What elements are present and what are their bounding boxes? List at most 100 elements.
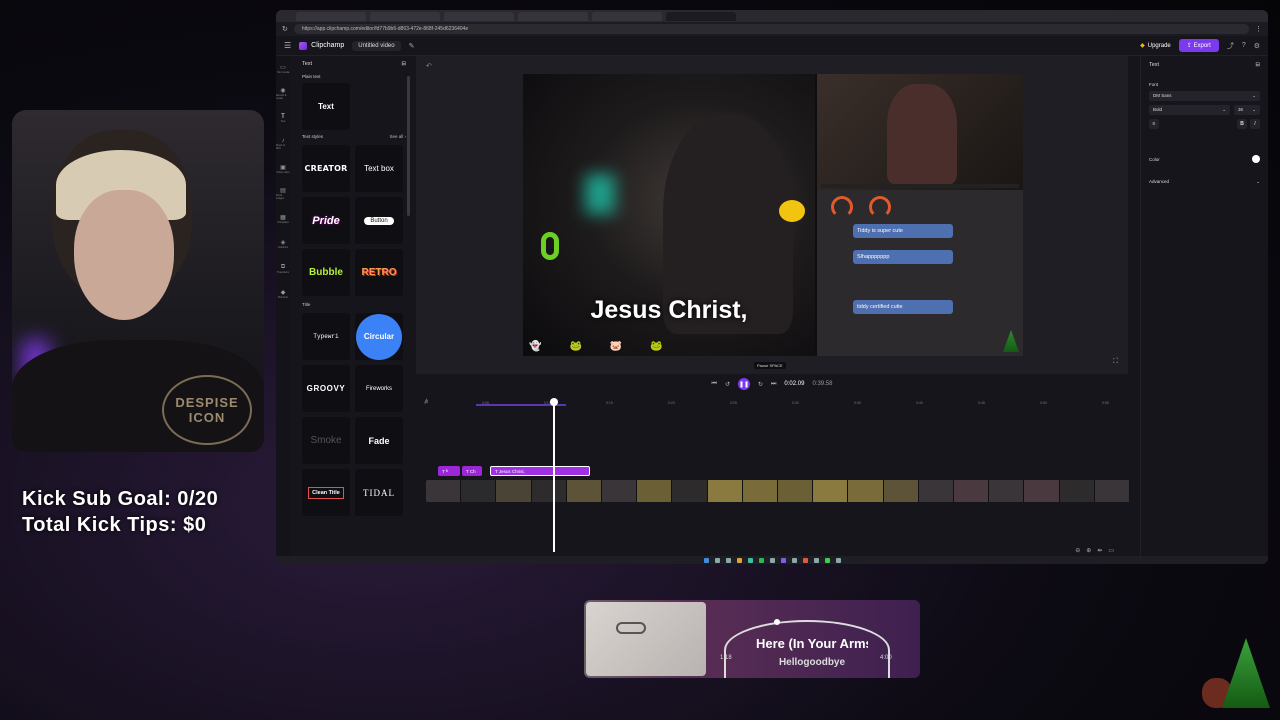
fit-icon[interactable]: ⇹ [1097, 547, 1102, 554]
browser-icon[interactable] [747, 557, 753, 563]
caption-text[interactable]: Jesus Christ, [523, 296, 815, 325]
rail-item-graphics[interactable]: ◈ Graphics [276, 231, 290, 256]
style-tile-retro[interactable]: RETRO [355, 249, 403, 296]
title-tile-clean-title[interactable]: Clean Title [302, 469, 350, 516]
video-title-field[interactable]: Untitled video [352, 40, 401, 51]
video-preview[interactable]: Jesus Christ, 👻 🐸 🐷 🐸 Tiddy is super cut… [523, 74, 1023, 356]
gauge-icon [869, 196, 891, 218]
media-icon: ▭ [280, 64, 286, 71]
text-clip[interactable]: T Ch [462, 466, 482, 476]
title-tile-fade[interactable]: Fade [355, 417, 403, 464]
export-button[interactable]: ⇪ Export [1178, 39, 1219, 52]
rail-item-stock-images[interactable]: ▤ Stock images [276, 181, 290, 206]
shirt-logo: DESPISE ICON [162, 375, 252, 445]
browser-tab[interactable] [370, 11, 440, 21]
start-icon[interactable] [703, 557, 709, 563]
spotify-icon[interactable] [758, 557, 764, 563]
title-tile-tidal[interactable]: TIDAL [355, 469, 403, 516]
taskbar-app-icon[interactable] [725, 557, 731, 563]
text-clip[interactable]: T ᴮ [438, 466, 460, 476]
title-styles-grid: Typewri Circular GROOVY Fireworks Smoke … [298, 309, 410, 520]
style-tile-creator[interactable]: CREATOR [302, 145, 350, 192]
rewind-icon[interactable]: ↺ [725, 381, 730, 388]
search-icon[interactable] [714, 557, 720, 563]
italic-toggle[interactable]: I [1250, 119, 1260, 129]
panel-scrollbar[interactable] [407, 76, 410, 216]
browser-tab[interactable] [592, 11, 662, 21]
style-tile-button[interactable]: Button [355, 197, 403, 244]
skip-forward-icon[interactable]: ⏭ [771, 381, 776, 388]
plain-text-tile[interactable]: Text [302, 83, 350, 130]
collapse-props-icon[interactable]: ⊟ [1255, 62, 1260, 74]
address-field[interactable]: https://app.clipchamp.com/editor/fd77b9b… [293, 24, 1249, 34]
forward-icon[interactable]: ↻ [758, 381, 763, 388]
weight-select[interactable]: Bold ⌄ [1149, 105, 1230, 115]
browser-tab[interactable] [518, 11, 588, 21]
share-icon[interactable]: ⤴ [1227, 41, 1234, 51]
rail-item-stock-video[interactable]: ▣ Stock video [276, 156, 290, 181]
bold-toggle[interactable]: B [1237, 119, 1247, 129]
size-select[interactable]: 36 ⌄ [1234, 105, 1260, 115]
title-tile-smoke[interactable]: Smoke [302, 417, 350, 464]
fullscreen-icon[interactable]: ⛶ [1113, 358, 1118, 366]
reload-icon[interactable]: ↻ [282, 25, 288, 33]
video-track[interactable] [426, 480, 1130, 502]
help-icon[interactable]: ? [1242, 42, 1246, 49]
settings-icon[interactable]: ⚙ [1254, 42, 1260, 50]
taskbar-app-icon[interactable] [824, 557, 830, 563]
frog-icon: 🐸 [650, 341, 663, 352]
time-ruler[interactable]: 0 0:05 0:10 0:15 0:20 0:25 0:30 0:35 0:4… [416, 398, 1130, 408]
current-time: 0:02.09 [784, 381, 805, 387]
taskbar-app-icon[interactable] [813, 557, 819, 563]
rail-item-media[interactable]: ▭ Your media [276, 56, 290, 81]
rail-item-templates[interactable]: ▦ Templates [276, 206, 290, 231]
rail-item-record[interactable]: ◉ Record & create [276, 81, 290, 106]
title-tile-typewriter[interactable]: Typewri [302, 313, 350, 360]
style-tile-pride[interactable]: Pride [302, 197, 350, 244]
font-select[interactable]: DM Sans ⌄ [1149, 91, 1260, 101]
skip-back-icon[interactable]: ⏮ [712, 381, 717, 388]
title-tile-circular[interactable]: Circular [355, 313, 403, 360]
edit-icon[interactable]: ✎ [409, 42, 415, 50]
undo-icon[interactable]: ↶ [426, 62, 432, 70]
taskbar-app-icon[interactable] [802, 557, 808, 563]
taskbar-app-icon[interactable] [769, 557, 775, 563]
advanced-section[interactable]: Advanced ⌄ [1149, 179, 1260, 185]
discord-icon[interactable] [780, 557, 786, 563]
taskbar-app-icon[interactable] [791, 557, 797, 563]
title-heading: Title [302, 302, 311, 307]
style-tile-bubble[interactable]: Bubble [302, 249, 350, 296]
chat-overlay: Tiddy is super cute Slhappppppp tiddy ce… [817, 190, 1023, 356]
see-all-link[interactable]: See all › [389, 134, 406, 139]
text-styles-grid: CREATOR Text box Pride Button Bubble RET… [298, 141, 410, 300]
taskbar-app-icon[interactable] [835, 557, 841, 563]
text-styles-heading: Text styles See all › [302, 134, 406, 139]
upgrade-button[interactable]: ◆ Upgrade [1140, 42, 1171, 50]
browser-tab[interactable] [296, 11, 366, 21]
frog-icon: 🐸 [569, 341, 582, 352]
rail-item-transitions[interactable]: ⧉ Transitions [276, 256, 290, 281]
zoom-in-icon[interactable]: ⊕ [1086, 547, 1091, 554]
rail-item-brand-kit[interactable]: ◆ Brand kit [276, 281, 290, 306]
align-icon[interactable]: ≡ [1149, 119, 1159, 129]
title-tile-groovy[interactable]: GROOVY [302, 365, 350, 412]
playhead[interactable] [550, 398, 558, 552]
browser-tab[interactable] [444, 11, 514, 21]
color-swatch[interactable] [1252, 155, 1260, 163]
advanced-label: Advanced [1149, 179, 1170, 184]
font-label: Font [1149, 82, 1159, 87]
expand-icon[interactable]: ▭ [1108, 547, 1114, 554]
windows-taskbar [276, 556, 1268, 564]
browser-tab-active[interactable] [666, 11, 736, 21]
hamburger-menu-icon[interactable]: ☰ [284, 41, 291, 50]
pause-button[interactable]: ❚❚ [737, 378, 750, 390]
extensions-icon[interactable]: ⋮ [1255, 25, 1262, 33]
zoom-out-icon[interactable]: ⊖ [1075, 547, 1080, 554]
collapse-panel-icon[interactable]: ⊟ [401, 61, 406, 67]
folder-icon[interactable] [736, 557, 742, 563]
text-clip-selected[interactable]: T Jesus Christ, [490, 466, 590, 476]
style-tile-text-box[interactable]: Text box [355, 145, 403, 192]
rail-item-music[interactable]: ♪ Music & SFX [276, 131, 290, 156]
title-tile-fireworks[interactable]: Fireworks [355, 365, 403, 412]
rail-item-text[interactable]: T Text [276, 106, 290, 131]
